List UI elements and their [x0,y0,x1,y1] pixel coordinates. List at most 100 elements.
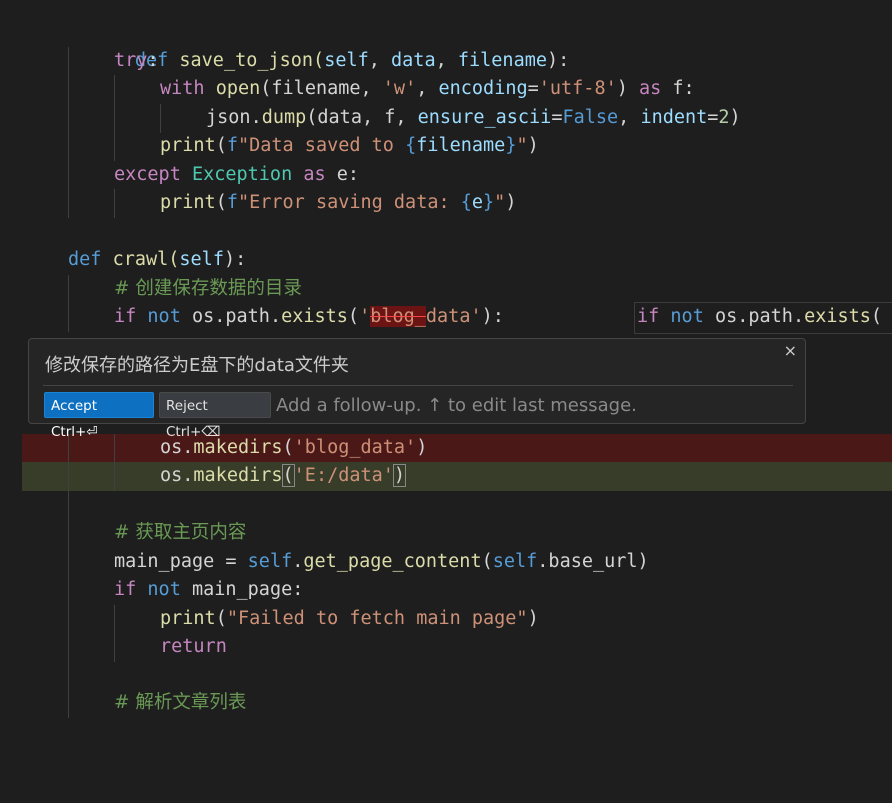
close-icon[interactable]: × [784,341,797,360]
code-line: try: [0,47,892,76]
followup-input[interactable] [276,391,776,419]
string: 'w' [382,78,417,99]
diff-added-line: os.makedirs('E:/data') [22,462,892,491]
comment: # 解析文章列表 [114,692,247,713]
paren: ): [481,306,504,327]
brace: { [460,192,472,213]
paren: ( [282,437,294,458]
paren: ) [527,608,539,629]
equals: = [707,107,719,128]
keyword: as [639,78,662,99]
string: data' [425,306,482,327]
comma: , [618,107,641,128]
paren: ) [416,437,428,458]
paren: ( [347,306,360,327]
number: 2 [718,107,730,128]
paren: ( [215,135,227,156]
class-name: Exception [191,164,293,185]
brace: } [483,192,495,213]
code-line: return [0,633,892,662]
keyword: not [670,306,704,327]
keyword: if [637,306,660,327]
string: 'blog_data' [293,437,417,458]
comment: # 创建保存数据的目录 [114,278,302,299]
variable: f: [661,78,695,99]
arg-name: ensure_ascii [417,107,552,128]
code-line: main_page = self.get_page_content(self.b… [0,548,892,577]
string: 'utf-8' [538,78,617,99]
inline-chat-widget: 修改保存的路径为E盘下的data文件夹 × Accept Ctrl+⏎ Reje… [28,338,806,440]
colon: : [147,50,159,71]
string: " [516,135,528,156]
keyword: not [147,306,181,327]
constant: False [562,107,619,128]
function-name: makedirs [193,465,283,486]
keyword: if [114,579,137,600]
brace: { [405,135,417,156]
accept-button[interactable]: Accept Ctrl+⏎ [44,392,154,440]
self: self [247,551,293,572]
dot: . [250,107,262,128]
attribute: .base_url [537,551,638,572]
code-line: if not main_page: [0,576,892,605]
variable: filename [416,135,506,156]
object: os [160,465,183,486]
paren: ( [215,192,227,213]
function-name: get_page_content [303,551,482,572]
variable: e [471,192,484,213]
diff-removed-line: os.makedirs('blog_data') [22,434,892,463]
arg-name: indent [640,107,708,128]
keyword: except [114,164,181,185]
object: os.path. [180,306,282,327]
object: json [206,107,251,128]
keyword: with [160,78,205,99]
dot: . [292,551,304,572]
keyword: return [160,636,227,657]
string: "Failed to fetch main page" [226,608,528,629]
param: self [179,249,224,270]
code-line: # 获取主页内容 [0,519,892,548]
object: os.path. [703,306,805,327]
inline-suggestion: if not os.path.exists( [634,302,892,334]
keyword: as [303,164,326,185]
equals: = [551,107,563,128]
paren: ) [729,107,741,128]
comma: , [416,78,439,99]
paren: ) [637,551,649,572]
string: "Error saving data: [237,192,461,213]
variable: main_page: [180,579,304,600]
paren: ): [223,249,247,270]
function-name: dump [261,107,307,128]
self: self [492,551,538,572]
function-name: open [215,78,261,99]
equals: = [527,78,539,99]
variable: e: [325,164,360,185]
arg-name: encoding [438,78,528,99]
divider [43,385,793,386]
paren: ) [392,464,407,487]
code-line: print("Failed to fetch main page") [0,605,892,634]
chat-message: 修改保存的路径为E盘下的data文件夹 [45,355,349,376]
keyword: try [114,50,148,71]
dot: . [182,465,194,486]
args: (filename, [260,78,383,99]
code-line [0,661,892,690]
paren: ( [215,608,227,629]
reject-button[interactable]: Reject Ctrl+⌫ [159,392,271,440]
fstring-prefix: f [226,192,238,213]
equals: = [214,551,248,572]
variable: main_page [114,551,215,572]
string: "Data saved to [237,135,406,156]
function-name: print [160,135,216,156]
paren: ( [870,306,883,327]
code-line: json.dump(data, f, ensure_ascii=False, i… [0,104,892,133]
function-name: print [160,192,216,213]
string: ' [359,306,371,327]
paren: ) [616,78,639,99]
paren: ( [281,464,295,487]
paren: ( [481,551,493,572]
function-name: crawl [112,249,169,270]
code-line [0,490,892,519]
code-line: print(f"Error saving data: {e}") [0,189,892,218]
paren: ) [527,135,539,156]
